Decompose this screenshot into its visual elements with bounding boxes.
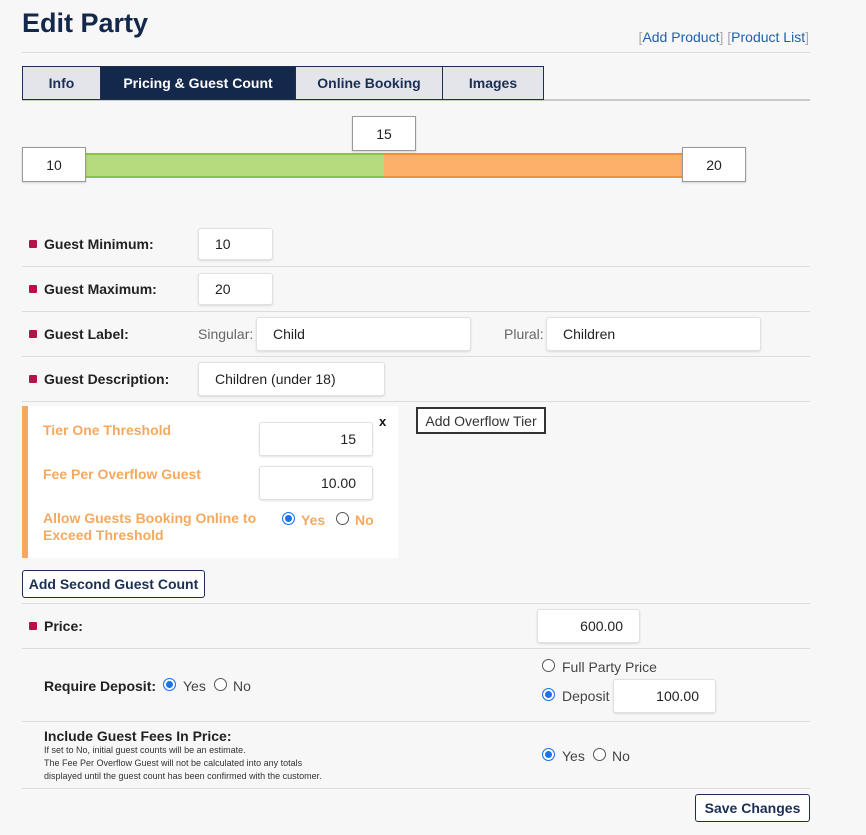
include-fees-note: displayed until the guest count has been…	[44, 771, 322, 781]
tab-bar: Info Pricing & Guest Count Online Bookin…	[22, 66, 810, 101]
guest-label-label: Guest Label:	[44, 326, 129, 342]
allow-exceed-yes-radio[interactable]	[282, 512, 295, 525]
overflow-tier-panel: Tier One Threshold 15 Fee Per Overflow G…	[22, 406, 398, 558]
allow-exceed-no-radio[interactable]	[336, 512, 349, 525]
required-marker	[29, 285, 37, 293]
row-divider	[22, 401, 810, 402]
row-divider	[22, 788, 810, 789]
row-divider	[22, 648, 810, 649]
required-marker	[29, 240, 37, 248]
require-deposit-label: Require Deposit:	[44, 678, 157, 694]
page-title: Edit Party	[22, 8, 149, 38]
require-deposit-yes-radio[interactable]	[163, 678, 176, 691]
bracket-separator: ] [	[719, 29, 732, 45]
include-fees-note: The Fee Per Overflow Guest will not be c…	[44, 758, 303, 768]
price-input[interactable]: 600.00	[537, 609, 640, 643]
product-list-link[interactable]: Product List	[731, 29, 805, 45]
allow-exceed-yes-label: Yes	[301, 512, 326, 528]
guest-description-input[interactable]: Children (under 18)	[198, 362, 385, 396]
row-divider	[22, 266, 810, 267]
include-guest-fees-label: Include Guest Fees In Price:	[44, 728, 232, 744]
require-deposit-yes-label: Yes	[183, 678, 206, 694]
header-divider	[22, 52, 810, 53]
required-marker	[29, 330, 37, 338]
include-fees-no-label: No	[612, 748, 630, 764]
guest-description-label: Guest Description:	[44, 371, 170, 387]
add-second-guest-count-button[interactable]: Add Second Guest Count	[22, 570, 205, 598]
required-marker	[29, 622, 37, 630]
tier-threshold-label: Tier One Threshold	[43, 422, 172, 438]
require-deposit-no-label: No	[233, 678, 251, 694]
slider-min-handle[interactable]: 10	[22, 147, 86, 182]
top-links: [Add Product] [Product List]	[639, 29, 809, 45]
deposit-radio[interactable]	[542, 688, 555, 701]
full-party-price-radio[interactable]	[542, 659, 555, 672]
full-party-price-label: Full Party Price	[562, 659, 657, 675]
bracket-close: ]	[805, 29, 809, 45]
singular-label: Singular:	[198, 326, 254, 342]
slider-threshold-handle[interactable]: 15	[352, 116, 416, 151]
guest-maximum-label: Guest Maximum:	[44, 281, 157, 297]
allow-exceed-no-label: No	[355, 512, 374, 528]
save-changes-button[interactable]: Save Changes	[695, 794, 810, 822]
guest-maximum-input[interactable]: 20	[198, 273, 273, 305]
tab-pricing-guest-count[interactable]: Pricing & Guest Count	[100, 66, 296, 100]
tab-online-booking[interactable]: Online Booking	[295, 66, 443, 100]
slider-max-handle[interactable]: 20	[682, 147, 746, 182]
include-fees-yes-radio[interactable]	[542, 748, 555, 761]
guest-minimum-input[interactable]: 10	[198, 228, 273, 260]
tab-info[interactable]: Info	[22, 66, 101, 100]
guest-plural-input[interactable]: Children	[546, 317, 761, 351]
slider-included-range	[86, 153, 384, 178]
include-fees-yes-label: Yes	[562, 748, 585, 764]
add-product-link[interactable]: Add Product	[642, 29, 719, 45]
deposit-amount-input[interactable]: 100.00	[613, 679, 716, 713]
deposit-label: Deposit	[562, 688, 610, 704]
include-fees-no-radio[interactable]	[593, 748, 606, 761]
overflow-fee-input[interactable]: 10.00	[259, 466, 373, 500]
tab-images[interactable]: Images	[442, 66, 544, 100]
row-divider	[22, 311, 810, 312]
close-icon[interactable]: x	[379, 414, 386, 429]
row-divider	[22, 603, 810, 604]
guest-minimum-label: Guest Minimum:	[44, 236, 154, 252]
add-overflow-tier-button[interactable]: Add Overflow Tier	[416, 407, 546, 434]
plural-label: Plural:	[504, 326, 544, 342]
tier-threshold-input[interactable]: 15	[259, 422, 373, 456]
overflow-fee-label: Fee Per Overflow Guest	[43, 466, 201, 482]
price-label: Price:	[44, 618, 83, 634]
slider-overflow-range	[384, 153, 683, 178]
allow-exceed-label: Allow Guests Booking Online to Exceed Th…	[43, 510, 257, 543]
row-divider	[22, 721, 810, 722]
row-divider	[22, 356, 810, 357]
guest-singular-input[interactable]: Child	[256, 317, 471, 351]
require-deposit-no-radio[interactable]	[214, 678, 227, 691]
include-fees-note: If set to No, initial guest counts will …	[44, 745, 246, 755]
required-marker	[29, 375, 37, 383]
